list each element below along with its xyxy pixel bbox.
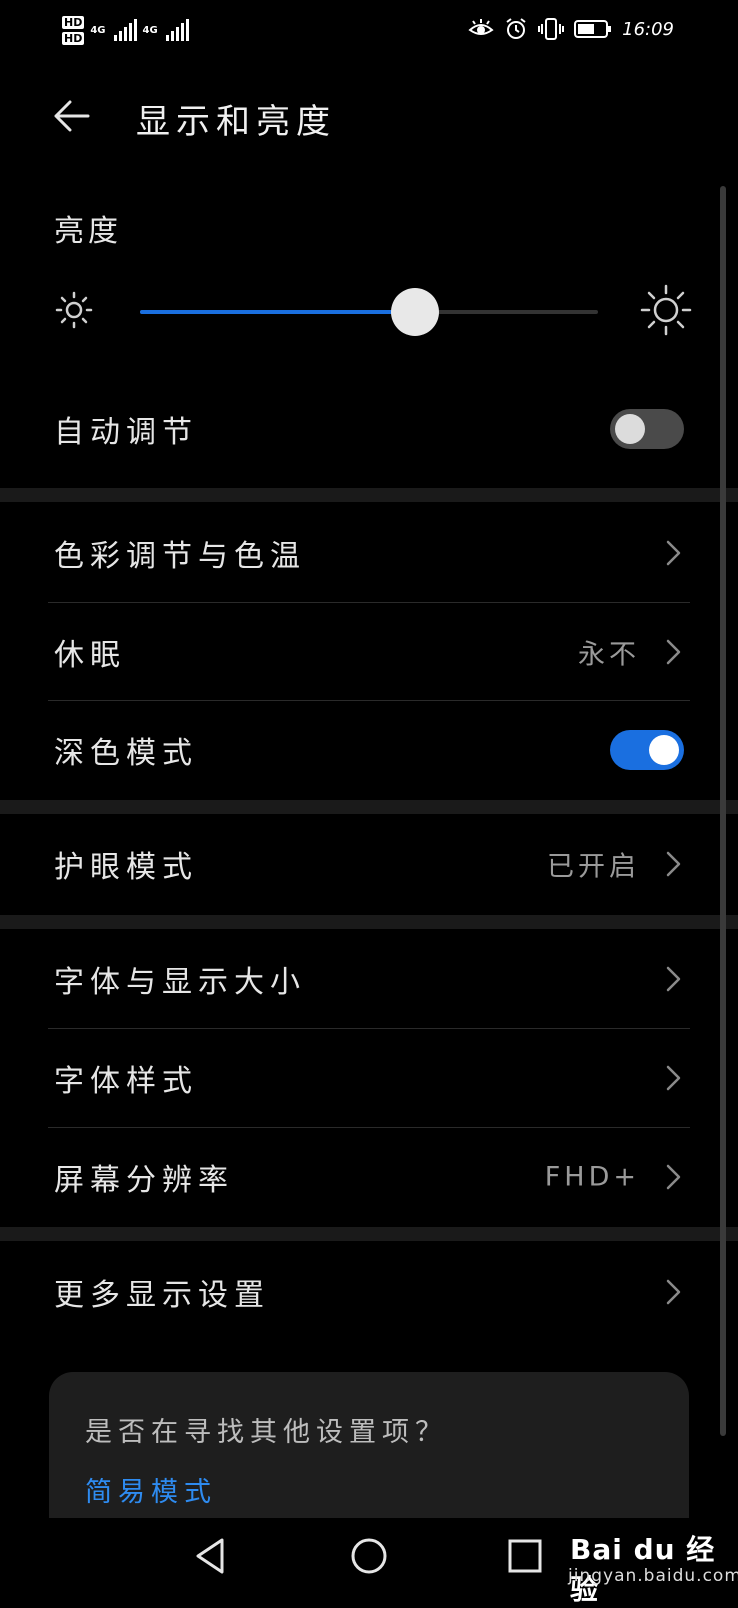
app-bar: 显示和亮度 [0, 70, 738, 162]
section-separator [0, 915, 738, 929]
nav-recents-icon[interactable] [503, 1534, 547, 1578]
chevron-right-icon [666, 540, 681, 566]
chevron-right-icon [666, 639, 681, 665]
auto-adjust-label: 自动调节 [54, 415, 198, 450]
eye-comfort-value: 已开启 [547, 851, 640, 883]
page-title: 显示和亮度 [136, 102, 336, 142]
chevron-right-icon [666, 1164, 681, 1190]
color-temperature-label: 色彩调节与色温 [54, 539, 306, 574]
simple-mode-link[interactable]: 简易模式 [85, 1470, 217, 1509]
auto-adjust-row[interactable]: 自动调节 [0, 380, 738, 478]
brightness-slider-fill [140, 310, 415, 314]
status-time: 16:09 [622, 18, 674, 40]
sim2-hd-badge: HD [62, 31, 85, 45]
dark-mode-row[interactable]: 深色模式 [0, 701, 738, 799]
status-left: HD HD 4G 4G [62, 10, 189, 50]
status-bar: HD HD 4G 4G 16:09 [0, 0, 738, 56]
color-temperature-row[interactable]: 色彩调节与色温 [0, 504, 738, 602]
eye-comfort-icon [468, 19, 494, 35]
screen-resolution-value: FHD+ [544, 1161, 640, 1193]
dark-mode-toggle[interactable] [610, 730, 684, 770]
alarm-icon [506, 18, 526, 39]
font-display-size-row[interactable]: 字体与显示大小 [0, 930, 738, 1028]
sun-small-icon [55, 291, 93, 329]
toggle-knob [649, 735, 679, 765]
sim-indicators: HD HD [62, 15, 85, 45]
eye-comfort-label: 护眼模式 [54, 850, 198, 885]
font-display-size-label: 字体与显示大小 [54, 965, 306, 1000]
more-display-settings-label: 更多显示设置 [54, 1278, 270, 1313]
dark-mode-label: 深色模式 [54, 736, 198, 771]
nav-home-icon[interactable] [347, 1534, 391, 1578]
sleep-value: 永不 [578, 639, 640, 671]
sim1-hd-badge: HD [62, 15, 85, 29]
brightness-label: 亮度 [54, 214, 122, 249]
chevron-right-icon [666, 1279, 681, 1305]
network2-label: 4G [142, 24, 158, 36]
nav-back-icon[interactable] [190, 1534, 234, 1578]
toggle-knob [615, 414, 645, 444]
brightness-slider-row [0, 280, 738, 344]
status-right: 52 16:09 [468, 12, 674, 46]
section-separator [0, 800, 738, 814]
watermark-site: jingyan.baidu.com [568, 1566, 738, 1586]
sleep-row[interactable]: 休眠 永不 [0, 603, 738, 701]
more-display-settings-row[interactable]: 更多显示设置 [0, 1243, 738, 1341]
chevron-right-icon [666, 1065, 681, 1091]
network1-label: 4G [90, 24, 106, 36]
signal2-icon [165, 19, 189, 41]
chevron-right-icon [666, 851, 681, 877]
chevron-right-icon [666, 966, 681, 992]
font-style-row[interactable]: 字体样式 [0, 1029, 738, 1127]
battery-icon [574, 20, 612, 38]
screen-resolution-row[interactable]: 屏幕分辨率 FHD+ [0, 1128, 738, 1226]
sun-large-icon [640, 284, 692, 336]
screen-resolution-label: 屏幕分辨率 [54, 1163, 234, 1198]
brightness-slider[interactable] [140, 288, 598, 336]
vibrate-icon [538, 18, 565, 40]
auto-adjust-toggle[interactable] [610, 409, 684, 449]
baidu-jingyan-watermark: Bai du 经验 jingyan.baidu.com [560, 1528, 738, 1606]
signal1-icon [113, 19, 137, 41]
font-style-label: 字体样式 [54, 1064, 198, 1099]
sleep-label: 休眠 [54, 638, 126, 673]
section-separator [0, 1227, 738, 1241]
suggestion-question: 是否在寻找其他设置项？ [85, 1417, 448, 1448]
scrollbar[interactable] [720, 186, 726, 1436]
section-separator [0, 488, 738, 502]
back-arrow-icon[interactable] [48, 92, 96, 140]
eye-comfort-row[interactable]: 护眼模式 已开启 [0, 815, 738, 913]
brightness-slider-thumb[interactable] [390, 288, 439, 336]
suggestion-card: 是否在寻找其他设置项？ 简易模式 [49, 1372, 689, 1522]
